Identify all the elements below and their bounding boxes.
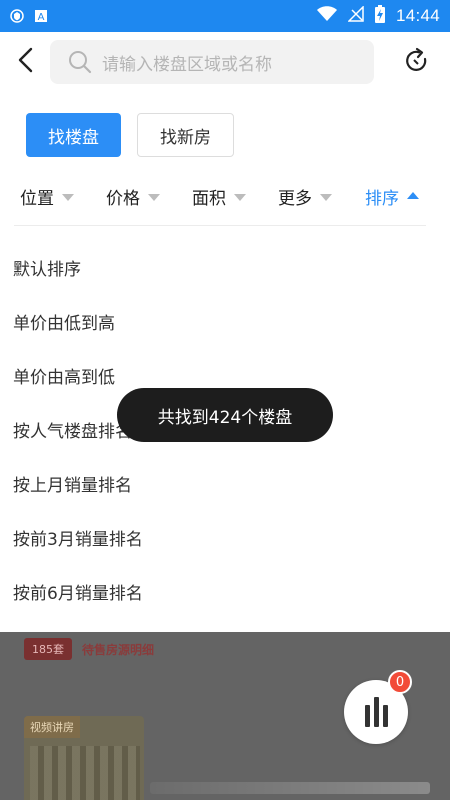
- filter-price[interactable]: 价格: [106, 184, 160, 209]
- background-listing-header: 185套 待售房源明细: [24, 638, 154, 660]
- battery-charging-icon: [374, 5, 386, 27]
- toast-message: 共找到424个楼盘: [117, 388, 333, 442]
- video-label: 视频讲房: [24, 716, 80, 738]
- divider: [14, 225, 426, 226]
- dropdown-arrow-icon: [62, 194, 74, 201]
- dropdown-arrow-icon: [234, 194, 246, 201]
- sort-option-last-month-sales[interactable]: 按上月销量排名: [0, 456, 450, 510]
- sort-option-price-asc[interactable]: 单价由低到高: [0, 294, 450, 348]
- filter-area[interactable]: 面积: [192, 184, 246, 209]
- wifi-icon: [316, 6, 338, 26]
- notification-badge: 0: [388, 670, 412, 694]
- filter-sort-label: 排序: [365, 189, 399, 209]
- dropdown-arrow-up-icon: [407, 192, 419, 199]
- background-text-line: [150, 782, 430, 794]
- floating-chat-button[interactable]: 0: [344, 670, 412, 744]
- filter-location-label: 位置: [20, 189, 54, 209]
- shield-icon: [10, 9, 24, 23]
- filter-location[interactable]: 位置: [20, 184, 74, 209]
- background-badge: 185套: [24, 638, 72, 660]
- search-icon: [68, 50, 92, 74]
- building-image: [30, 746, 140, 800]
- back-button[interactable]: [10, 44, 42, 76]
- filter-more-label: 更多: [278, 189, 312, 209]
- tab-find-property[interactable]: 找楼盘: [26, 113, 121, 157]
- sort-option-default[interactable]: 默认排序: [0, 240, 450, 294]
- filter-bar: 位置 价格 面积 更多 排序: [0, 176, 450, 224]
- filter-price-label: 价格: [106, 189, 140, 209]
- background-badge-label: 待售房源明细: [82, 642, 155, 657]
- search-input[interactable]: 请输入楼盘区域或名称: [50, 40, 374, 84]
- refresh-button[interactable]: [402, 46, 432, 76]
- svg-text:A: A: [38, 12, 45, 23]
- header: 请输入楼盘区域或名称: [0, 32, 450, 92]
- refresh-icon: [406, 47, 427, 71]
- a-badge-icon: A: [34, 9, 48, 23]
- search-placeholder: 请输入楼盘区域或名称: [102, 54, 272, 75]
- filter-more[interactable]: 更多: [278, 184, 332, 209]
- filter-sort[interactable]: 排序: [365, 184, 419, 209]
- bars-icon: [364, 697, 388, 727]
- filter-area-label: 面积: [192, 189, 226, 209]
- status-bar: A 14:44: [0, 0, 450, 32]
- status-time: 14:44: [395, 6, 440, 25]
- mode-tabs: 找楼盘 找新房: [26, 113, 234, 157]
- chevron-left-icon: [18, 47, 33, 73]
- no-signal-icon: [347, 5, 364, 26]
- tab-find-new-house[interactable]: 找新房: [137, 113, 234, 157]
- sort-option-3-month-sales[interactable]: 按前3月销量排名: [0, 510, 450, 564]
- dropdown-arrow-icon: [148, 194, 160, 201]
- background-video-thumbnail: 视频讲房: [24, 716, 144, 800]
- dropdown-arrow-icon: [320, 194, 332, 201]
- sort-option-6-month-sales[interactable]: 按前6月销量排名: [0, 564, 450, 618]
